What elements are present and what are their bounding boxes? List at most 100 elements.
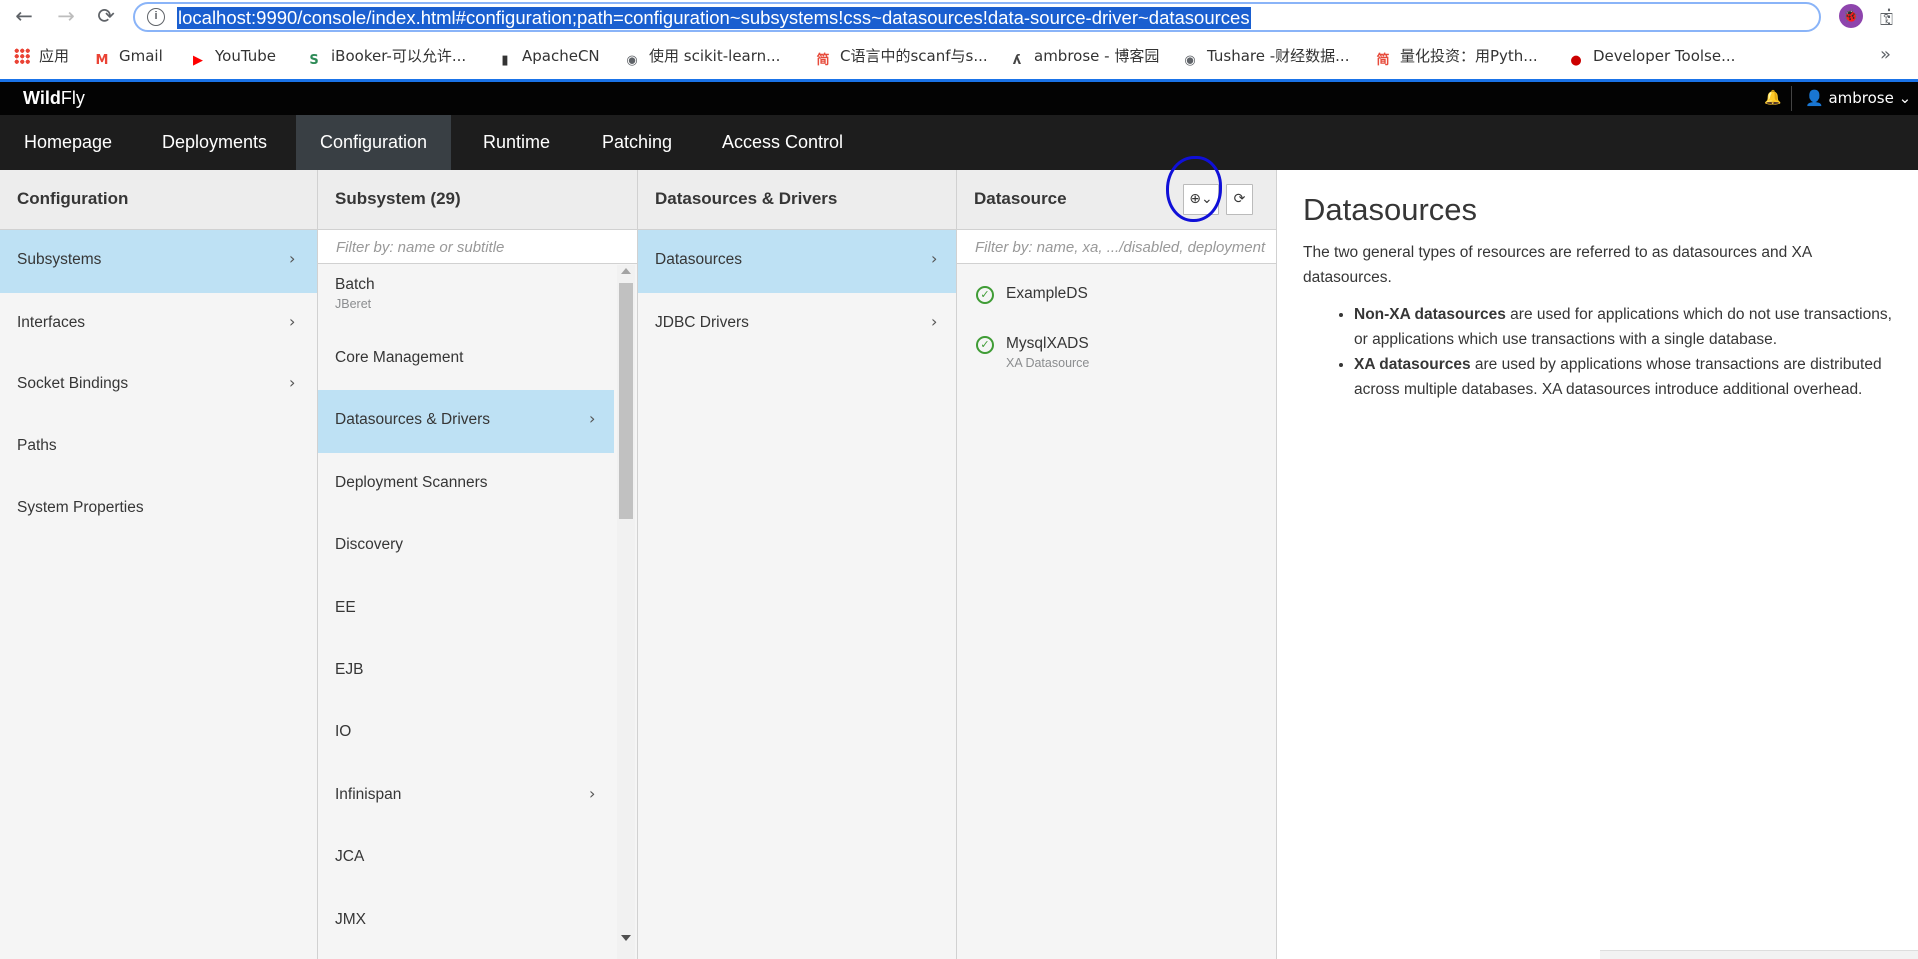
list-item-label: Deployment Scanners [335, 474, 488, 491]
back-button[interactable]: ← [12, 4, 36, 28]
list-item-label: ExampleDS [1006, 285, 1088, 302]
list-item[interactable]: Discovery [318, 515, 614, 578]
column-datasource: Datasource ⊕⌄ ⟳ Filter by: name, xa, ...… [957, 170, 1277, 959]
user-name: ambrose [1828, 89, 1894, 107]
jian-icon: 简 [816, 53, 830, 68]
list-item-label: Interfaces [17, 314, 86, 331]
list-item[interactable]: IO [318, 702, 614, 765]
bell-icon[interactable]: 🔔 [1764, 90, 1781, 106]
bookmark-label: 应用 [39, 47, 70, 65]
chevron-right-icon: › [589, 784, 596, 803]
list-item[interactable]: Socket Bindings › [0, 354, 317, 417]
column-datasources-drivers: Datasources & Drivers Datasources › JDBC D… [638, 170, 957, 959]
bookmark-item[interactable]: 简量化投资：用Pyth... [1375, 44, 1538, 68]
profile-avatar[interactable]: 🐞 [1839, 4, 1863, 28]
refresh-button[interactable]: ⟳ [1226, 184, 1253, 215]
annotation-circle [1166, 156, 1222, 222]
list-item[interactable]: MysqlXADS XA Datasource ✓ [957, 321, 1276, 384]
bookmark-label: ambrose - 博客园 [1034, 47, 1160, 65]
nav-tab-runtime[interactable]: Runtime [459, 115, 574, 170]
bookmark-label: YouTube [215, 47, 276, 65]
scroll-thumb[interactable] [619, 283, 633, 519]
list-item[interactable]: JCA [318, 827, 614, 890]
list-item[interactable]: EJB [318, 640, 614, 703]
app-header: WildFly 🔔 👤 ambrose ⌄ [0, 82, 1918, 115]
preview-bullet: XA datasources are used by applications … [1354, 352, 1903, 402]
bookmark-item[interactable]: ● Developer Toolse... [1568, 44, 1735, 68]
datasource-filter-input[interactable]: Filter by: name, xa, .../disabled, deplo… [957, 230, 1276, 264]
bookmark-label: Gmail [119, 47, 163, 65]
browser-menu-icon[interactable]: ⋮ [1879, 3, 1899, 29]
column-header: Datasources & Drivers [638, 170, 956, 230]
bookmark-label: iBooker-可以允许... [331, 47, 467, 65]
list-item[interactable]: System Properties [0, 478, 317, 541]
address-bar[interactable]: i localhost:9990/console/index.html#conf… [133, 2, 1893, 32]
nav-tab-configuration[interactable]: Configuration [296, 115, 452, 170]
list-item[interactable]: Datasources & Drivers › [318, 390, 614, 453]
bookmark-item[interactable]: SiBooker-可以允许... [306, 44, 466, 68]
forward-button[interactable]: → [54, 4, 78, 28]
nav-tab-deployments[interactable]: Deployments [138, 115, 291, 170]
status-ok-icon: ✓ [976, 286, 994, 304]
bookmark-label: 量化投资：用Pyth... [1400, 47, 1538, 65]
jian-icon: 简 [1376, 53, 1390, 68]
list-item-label: Batch [335, 276, 375, 293]
bookmark-item[interactable]: ◉ Tushare -财经数据... [1182, 44, 1349, 68]
bookmark-item[interactable]: ◉ 使用 scikit-learn... [624, 44, 780, 68]
bookmark-label: C语言中的scanf与s... [840, 47, 988, 65]
list-item[interactable]: Interfaces › [0, 293, 317, 356]
list-item-label: Datasources & Drivers [335, 411, 491, 428]
column-subsystem: Subsystem (29) Filter by: name or subtit… [318, 170, 638, 959]
list-item[interactable]: Batch JBeret [318, 265, 614, 328]
info-icon[interactable]: i [147, 8, 165, 26]
youtube-icon: ▶ [193, 53, 203, 68]
scroll-down-arrow[interactable] [621, 935, 631, 941]
nav-tab-patching[interactable]: Patching [578, 115, 696, 170]
user-menu[interactable]: 👤 ambrose ⌄ [1805, 89, 1911, 107]
url-text[interactable]: localhost:9990/console/index.html#config… [177, 7, 1251, 29]
list-item-label: Subsystems [17, 251, 102, 268]
reload-button[interactable]: ⟳ [94, 4, 118, 28]
list-item[interactable]: JDBC Drivers › [638, 293, 956, 356]
list-item[interactable]: Infinispan › [318, 765, 614, 828]
list-item[interactable]: Subsystems › [0, 230, 317, 293]
list-item-label: Infinispan [335, 786, 402, 803]
list-item[interactable]: Core Management [318, 328, 614, 391]
list-item[interactable]: ExampleDS ✓ [957, 265, 1276, 328]
bookmark-label: ApacheCN [522, 47, 600, 65]
globe-icon: ◉ [1184, 53, 1196, 68]
column-title: Subsystem (29) [335, 189, 461, 208]
list-item[interactable]: Datasources › [638, 230, 956, 293]
gmail-icon: M [95, 53, 109, 68]
status-ok-icon: ✓ [976, 336, 994, 354]
bookmark-item[interactable]: ▮ ApacheCN [497, 44, 600, 68]
bookmark-item[interactable]: 简 C语言中的scanf与s... [815, 44, 988, 68]
wildfly-logo[interactable]: WildFly [23, 88, 85, 109]
bookmark-item[interactable]: ▶ YouTube [190, 44, 276, 68]
column-title: Datasource [974, 189, 1067, 208]
scroll-up-arrow[interactable] [621, 268, 631, 274]
chevron-right-icon: › [289, 249, 296, 268]
nav-tab-access-control[interactable]: Access Control [698, 115, 867, 170]
bookmark-item[interactable]: ʎ ambrose - 博客园 [1009, 44, 1160, 68]
globe-icon: ◉ [626, 53, 638, 68]
chevron-right-icon: › [289, 312, 296, 331]
list-item-label: IO [335, 723, 352, 740]
status-strip [1600, 950, 1918, 959]
subsystem-scrollbar[interactable] [617, 265, 635, 959]
list-item[interactable]: EE [318, 578, 614, 641]
list-item[interactable]: Deployment Scanners [318, 453, 614, 516]
ibooker-icon: S [309, 53, 319, 68]
bookmarks-bar: 应用 M Gmail ▶ YouTube SiBooker-可以允许... ▮ ApacheC… [0, 44, 1918, 68]
bookmark-item[interactable]: M Gmail [94, 44, 163, 68]
bookmarks-more-icon[interactable]: » [1880, 44, 1891, 65]
list-item[interactable]: Paths [0, 416, 317, 479]
nav-tab-homepage[interactable]: Homepage [0, 115, 136, 170]
list-item[interactable]: JMX [318, 890, 614, 953]
preview-pane: Datasources The two general types of res… [1277, 170, 1918, 959]
subsystem-filter-input[interactable]: Filter by: name or subtitle [318, 230, 637, 264]
preview-title: Datasources [1303, 192, 1478, 227]
chevron-right-icon: › [589, 409, 596, 428]
bookmark-item[interactable]: 应用 [14, 44, 69, 68]
header-divider [1791, 86, 1792, 111]
